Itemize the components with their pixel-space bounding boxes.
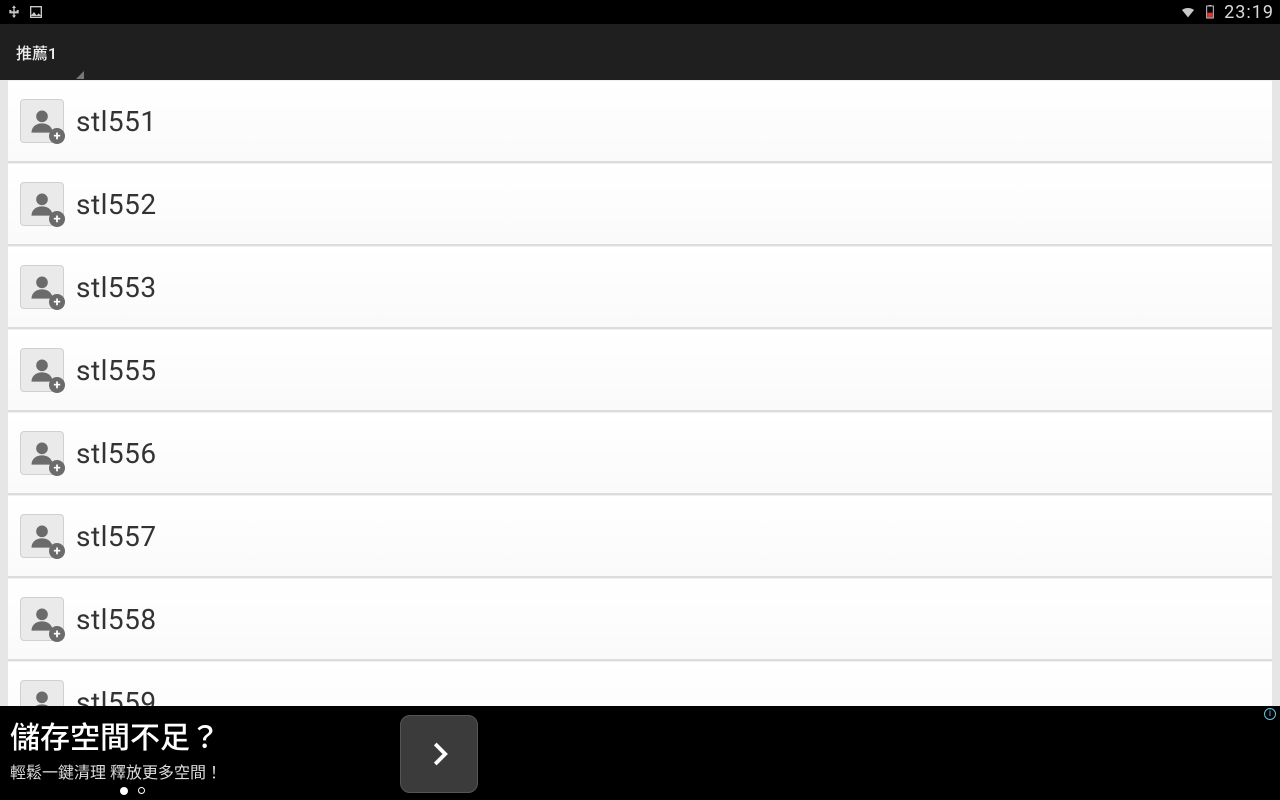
contact-list[interactable]: + stl551 + stl552 + stl553 + stl555 + stl556 + stl5… (0, 80, 1280, 706)
add-contact-avatar-icon: + (20, 597, 64, 641)
list-item-label: stl551 (76, 105, 157, 138)
ad-next-button[interactable] (400, 715, 478, 793)
list-item[interactable]: + stl557 (8, 495, 1272, 578)
dropdown-indicator-icon (76, 71, 84, 79)
battery-alert-icon (1202, 4, 1218, 20)
list-item[interactable]: + stl553 (8, 246, 1272, 329)
ad-info-icon[interactable]: i (1264, 708, 1276, 720)
plus-badge-icon: + (49, 543, 65, 559)
list-item[interactable]: + stl551 (8, 80, 1272, 163)
list-item[interactable]: + stl559 (8, 661, 1272, 706)
list-item-label: stl553 (76, 271, 157, 304)
ad-subline: 輕鬆一鍵清理 釋放更多空間！ (10, 759, 380, 783)
add-contact-avatar-icon: + (20, 99, 64, 143)
list-item-label: stl557 (76, 520, 157, 553)
status-bar: 23:19 (0, 0, 1280, 24)
add-contact-avatar-icon: + (20, 265, 64, 309)
wifi-icon (1180, 4, 1196, 20)
list-item[interactable]: + stl558 (8, 578, 1272, 661)
header-title-dropdown[interactable]: 推薦1 (16, 40, 57, 64)
list-item-label: stl559 (76, 686, 157, 707)
ad-banner[interactable]: 儲存空間不足？ 輕鬆一鍵清理 釋放更多空間！ i (0, 706, 1280, 800)
status-clock: 23:19 (1224, 2, 1274, 23)
ad-dot-inactive (138, 787, 145, 794)
add-contact-avatar-icon: + (20, 431, 64, 475)
picture-icon (28, 4, 44, 20)
list-item-label: stl556 (76, 437, 157, 470)
add-contact-avatar-icon: + (20, 182, 64, 226)
plus-badge-icon: + (49, 128, 65, 144)
list-item[interactable]: + stl552 (8, 163, 1272, 246)
list-item-label: stl555 (76, 354, 157, 387)
plus-badge-icon: + (49, 211, 65, 227)
add-contact-avatar-icon: + (20, 348, 64, 392)
app-header: 推薦1 (0, 24, 1280, 80)
ad-headline: 儲存空間不足？ (10, 713, 380, 757)
plus-badge-icon: + (49, 626, 65, 642)
add-contact-avatar-icon: + (20, 514, 64, 558)
plus-badge-icon: + (49, 460, 65, 476)
list-item[interactable]: + stl556 (8, 412, 1272, 495)
list-item-label: stl558 (76, 603, 157, 636)
ad-dot-active (120, 787, 128, 795)
ad-page-dots (120, 787, 380, 795)
list-item[interactable]: + stl555 (8, 329, 1272, 412)
list-item-label: stl552 (76, 188, 157, 221)
add-contact-avatar-icon: + (20, 680, 64, 706)
plus-badge-icon: + (49, 294, 65, 310)
usb-icon (6, 4, 22, 20)
plus-badge-icon: + (49, 377, 65, 393)
